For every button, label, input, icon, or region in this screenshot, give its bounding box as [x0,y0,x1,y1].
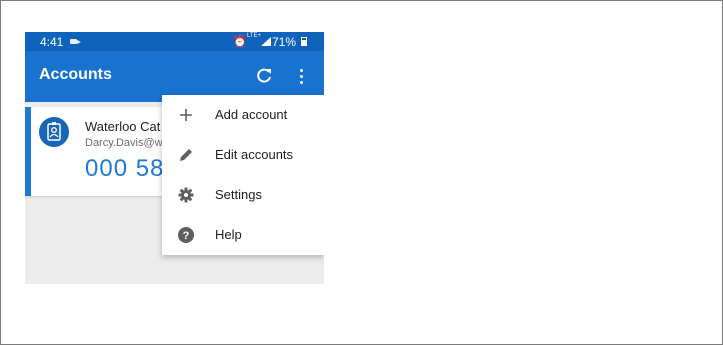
network-type: LTE+ [247,33,262,39]
svg-text:?: ? [183,230,190,242]
menu-item-settings[interactable]: Settings [162,175,324,215]
alarm-icon: ⏰ [233,36,247,48]
overflow-menu: Add account Edit accounts Settings ? Hel… [162,95,324,255]
menu-item-label: Add account [215,107,288,122]
screenshot-frame: 4:41 ⏰ LTE+ 71% Accounts Waterloo Cat Da… [0,0,723,345]
status-bar: 4:41 ⏰ LTE+ 71% [25,32,324,51]
account-email: Darcy.Davis@w [85,137,163,149]
menu-item-help[interactable]: ? Help [162,215,324,255]
card-accent-bar [25,107,31,196]
gear-icon [178,187,194,203]
page-title: Accounts [39,66,112,83]
menu-item-label: Help [215,227,242,242]
phone-screen: 4:41 ⏰ LTE+ 71% Accounts Waterloo Cat Da… [25,32,324,284]
menu-item-label: Edit accounts [215,147,294,162]
video-icon [70,39,81,44]
account-name: Waterloo Cat [85,119,161,134]
plus-icon [180,109,192,121]
more-vert-icon[interactable] [295,66,307,86]
signal-icon [261,37,271,46]
pencil-icon [180,149,192,161]
refresh-icon[interactable] [254,66,274,86]
status-time: 4:41 [40,35,64,49]
menu-item-edit-accounts[interactable]: Edit accounts [162,135,324,175]
menu-item-add-account[interactable]: Add account [162,95,324,135]
battery-percent: 71% [272,35,297,49]
battery-icon [301,37,307,46]
badge-icon [39,117,69,147]
help-icon: ? [178,227,194,243]
menu-item-label: Settings [215,187,262,202]
account-code: 000 58 [85,155,165,182]
